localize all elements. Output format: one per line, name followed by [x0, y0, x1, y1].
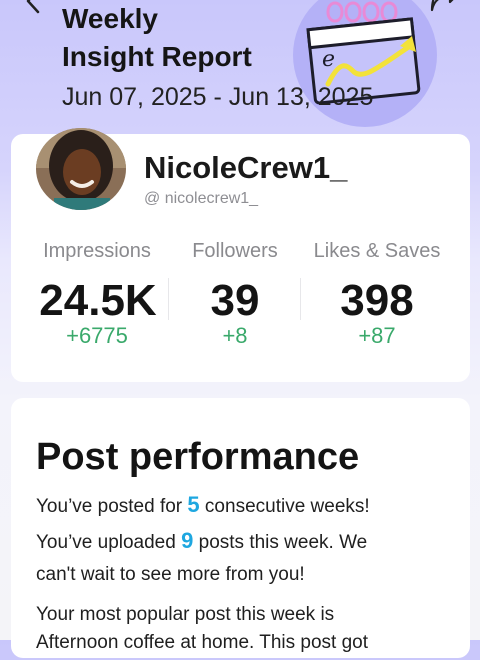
- text-segment: posts this week. We: [193, 532, 368, 553]
- posts-count: 9: [181, 528, 194, 553]
- svg-text:e: e: [322, 47, 335, 72]
- stat-delta-followers: +8: [222, 323, 248, 348]
- avatar-photo: [36, 128, 126, 210]
- profile-username: NicoleCrew1_: [144, 150, 348, 185]
- report-title: Weekly Insight Report: [62, 0, 252, 76]
- posts-uploaded-text: You’ve uploaded 9 posts this week. We: [36, 524, 436, 560]
- stat-label-impressions: Impressions: [43, 240, 151, 262]
- popular-post-text-cont: Afternoon coffee at home. This post got: [36, 632, 369, 653]
- weeks-count: 5: [187, 492, 200, 517]
- date-range: Jun 07, 2025 - Jun 13, 2025: [62, 83, 374, 111]
- text-segment: You’ve uploaded: [36, 532, 182, 553]
- profile-handle: @ nicolecrew1_: [144, 190, 259, 207]
- encouragement-text: can't wait to see more from you!: [36, 564, 305, 585]
- back-chevron-icon[interactable]: [18, 0, 48, 16]
- avatar[interactable]: [36, 128, 126, 210]
- stat-label-likes-saves: Likes & Saves: [313, 240, 441, 262]
- stat-delta-impressions: +6775: [66, 323, 128, 348]
- stat-value-impressions: 24.5K: [39, 276, 157, 325]
- report-title-line2: Insight Report: [62, 41, 252, 72]
- stat-value-followers: 39: [210, 276, 260, 325]
- stat-label-followers: Followers: [192, 240, 278, 262]
- stat-delta-likes-saves: +87: [358, 323, 396, 348]
- stat-divider: [168, 278, 169, 320]
- stat-divider: [300, 278, 301, 320]
- consecutive-weeks-text: You’ve posted for 5 consecutive weeks!: [36, 488, 436, 524]
- text-segment: consecutive weeks!: [199, 496, 370, 517]
- post-performance-title: Post performance: [36, 436, 360, 478]
- report-title-line1: Weekly: [62, 3, 158, 34]
- text-segment: You’ve posted for: [36, 496, 188, 517]
- stat-value-likes-saves: 398: [340, 276, 414, 325]
